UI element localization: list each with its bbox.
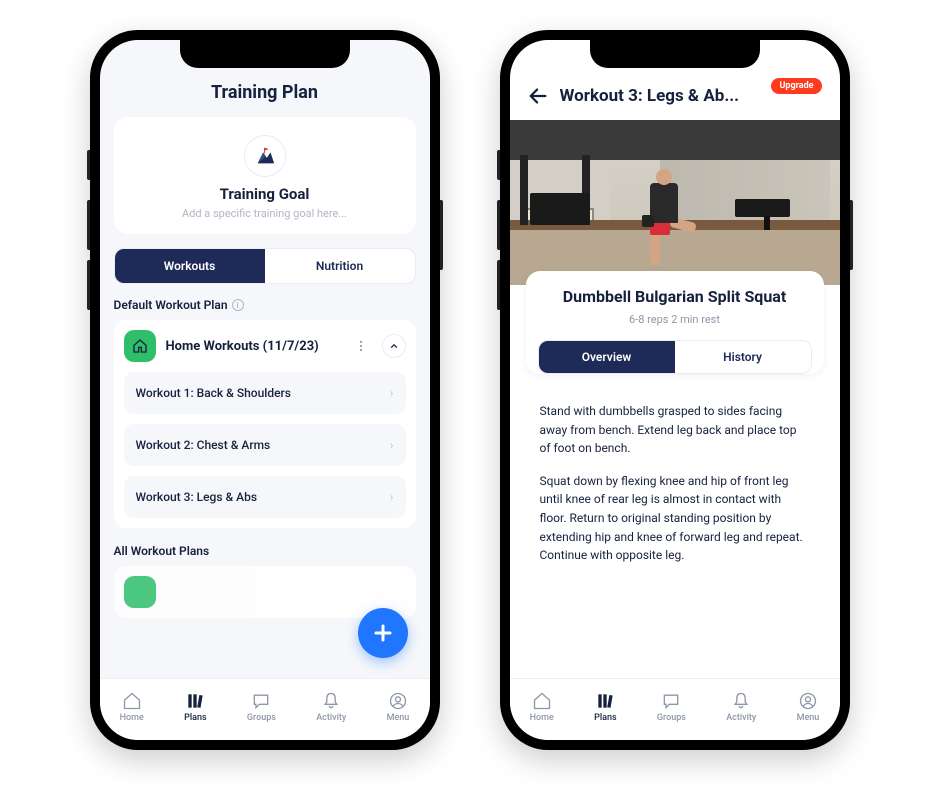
- main-scroll[interactable]: Training Goal Add a specific training go…: [100, 117, 430, 678]
- bell-icon: [321, 691, 341, 711]
- goal-heading: Training Goal: [124, 185, 406, 203]
- tabbar-label: Activity: [316, 713, 346, 723]
- tab-plans[interactable]: Plans: [184, 691, 207, 723]
- tabbar-label: Plans: [184, 713, 207, 723]
- tab-nutrition[interactable]: Nutrition: [265, 249, 415, 283]
- main-scroll[interactable]: Dumbbell Bulgarian Split Squat 6-8 reps …: [510, 120, 840, 678]
- upgrade-badge[interactable]: Upgrade: [771, 78, 821, 94]
- page-title: Training Plan: [100, 76, 430, 117]
- description-paragraph: Squat down by flexing knee and hip of fr…: [540, 472, 810, 565]
- workout-item-label: Workout 1: Back & Shoulders: [136, 386, 291, 400]
- exercise-tabs: Overview History: [538, 340, 812, 374]
- books-icon: [185, 691, 205, 711]
- info-icon[interactable]: i: [232, 299, 244, 311]
- exercise-meta: 6-8 reps 2 min rest: [538, 313, 812, 326]
- chevron-right-icon: ›: [390, 386, 394, 400]
- collapse-button[interactable]: [382, 334, 406, 358]
- description-paragraph: Stand with dumbbells grasped to sides fa…: [540, 402, 810, 458]
- bell-icon: [731, 691, 751, 711]
- back-button[interactable]: [524, 82, 552, 110]
- plan-name[interactable]: Home Workouts (11/7/23): [166, 339, 340, 354]
- phone-mockup-left: Training Plan Training Goal Add a specif…: [90, 30, 440, 750]
- training-goal-card[interactable]: Training Goal Add a specific training go…: [114, 117, 416, 234]
- tabbar-label: Groups: [247, 713, 276, 723]
- tabbar-label: Home: [530, 713, 554, 723]
- tab-menu[interactable]: Menu: [797, 691, 820, 723]
- home-icon: [124, 330, 156, 362]
- exercise-video[interactable]: [510, 120, 840, 285]
- tabbar-label: Menu: [387, 713, 410, 723]
- chat-icon: [661, 691, 681, 711]
- home-icon: [532, 691, 552, 711]
- notch: [590, 40, 760, 68]
- workout-item[interactable]: Workout 2: Chest & Arms ›: [124, 424, 406, 466]
- tabbar-label: Activity: [726, 713, 756, 723]
- workout-item[interactable]: Workout 3: Legs & Abs ›: [124, 476, 406, 518]
- tab-workouts[interactable]: Workouts: [115, 249, 265, 283]
- tabbar-label: Groups: [657, 713, 686, 723]
- arrow-left-icon: [527, 85, 549, 107]
- chevron-right-icon: ›: [390, 490, 394, 504]
- home-icon: [122, 691, 142, 711]
- bottom-tabbar: Home Plans Groups Activity Menu: [510, 678, 840, 740]
- notch: [180, 40, 350, 68]
- bottom-tabbar: Home Plans Groups Activity Menu: [100, 678, 430, 740]
- tabbar-label: Home: [120, 713, 144, 723]
- tab-groups[interactable]: Groups: [657, 691, 686, 723]
- chevron-right-icon: ›: [390, 438, 394, 452]
- tab-plans[interactable]: Plans: [594, 691, 617, 723]
- exercise-name: Dumbbell Bulgarian Split Squat: [538, 287, 812, 307]
- workout-item-label: Workout 3: Legs & Abs: [136, 490, 258, 504]
- phone-mockup-right: Workout 3: Legs & Ab... Upgrade: [500, 30, 850, 750]
- tab-groups[interactable]: Groups: [247, 691, 276, 723]
- tabbar-label: Menu: [797, 713, 820, 723]
- more-options-button[interactable]: [350, 335, 372, 357]
- default-plan-card: Home Workouts (11/7/23) Workout 1: Back …: [114, 320, 416, 528]
- goal-placeholder: Add a specific training goal here...: [124, 207, 406, 220]
- workout-item[interactable]: Workout 1: Back & Shoulders ›: [124, 372, 406, 414]
- tab-menu[interactable]: Menu: [387, 691, 410, 723]
- chat-icon: [251, 691, 271, 711]
- exercise-description: Stand with dumbbells grasped to sides fa…: [526, 386, 824, 595]
- workout-item-label: Workout 2: Chest & Arms: [136, 438, 271, 452]
- mountain-flag-icon: [244, 135, 286, 177]
- home-icon: [124, 576, 156, 608]
- tab-overview[interactable]: Overview: [539, 341, 675, 373]
- tab-activity[interactable]: Activity: [726, 691, 756, 723]
- books-icon: [595, 691, 615, 711]
- add-button[interactable]: [358, 608, 408, 658]
- default-plan-label: Default Workout Plan i: [114, 298, 416, 312]
- tab-home[interactable]: Home: [120, 691, 144, 723]
- user-circle-icon: [798, 691, 818, 711]
- all-plans-label: All Workout Plans: [114, 544, 416, 558]
- default-plan-label-text: Default Workout Plan: [114, 298, 228, 312]
- user-circle-icon: [388, 691, 408, 711]
- plus-icon: [371, 621, 395, 645]
- tab-home[interactable]: Home: [530, 691, 554, 723]
- tabbar-label: Plans: [594, 713, 617, 723]
- tab-history[interactable]: History: [675, 341, 811, 373]
- tab-activity[interactable]: Activity: [316, 691, 346, 723]
- plan-tabs: Workouts Nutrition: [114, 248, 416, 284]
